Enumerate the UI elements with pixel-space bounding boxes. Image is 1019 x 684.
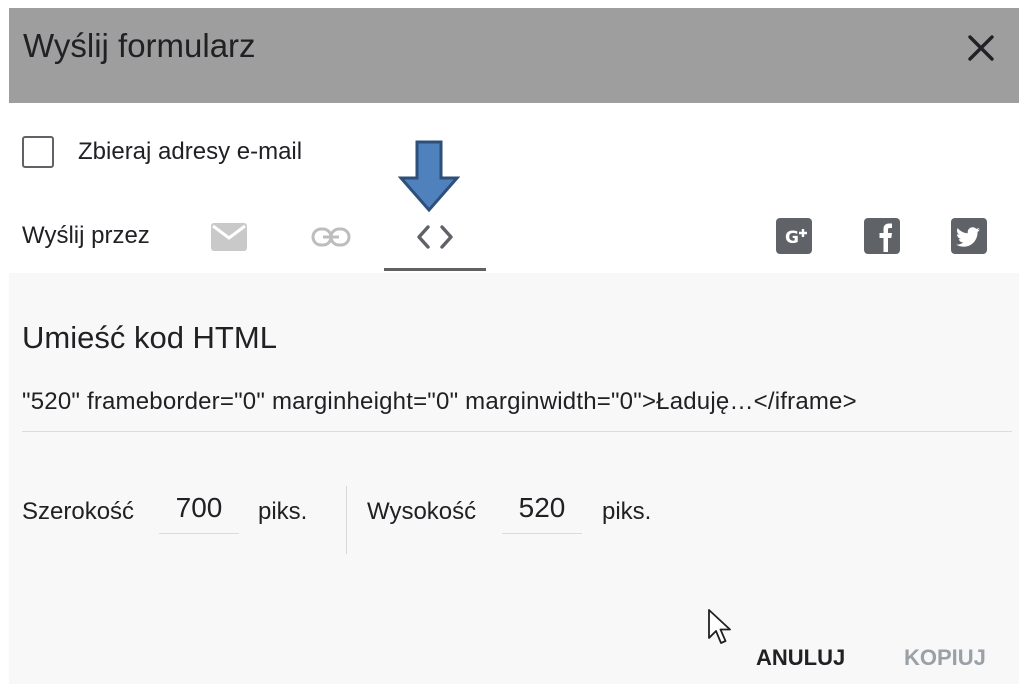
width-unit: piks.: [258, 498, 308, 525]
share-facebook-button[interactable]: [864, 218, 900, 254]
collect-emails-label: Zbieraj adresy e-mail: [78, 138, 303, 165]
copy-button[interactable]: KOPIUJ: [904, 645, 986, 671]
google-plus-icon: G: [785, 228, 807, 248]
height-label: Wysokość: [367, 498, 477, 525]
share-twitter-button[interactable]: [951, 218, 987, 254]
height-input[interactable]: 520: [502, 492, 582, 534]
email-icon: [211, 223, 247, 251]
annotation-arrow-icon: [398, 140, 460, 213]
width-input[interactable]: 700: [159, 492, 239, 534]
facebook-icon: [879, 223, 892, 252]
active-tab-indicator: [384, 268, 486, 271]
dialog-title: Wyślij formularz: [23, 27, 256, 64]
link-icon: [311, 227, 351, 247]
dimension-divider: [346, 486, 347, 554]
height-unit: piks.: [602, 498, 652, 525]
cancel-button[interactable]: ANULUJ: [756, 645, 845, 671]
share-google-plus-button[interactable]: G: [776, 218, 812, 254]
top-strip: [0, 0, 1019, 8]
svg-text:G: G: [785, 228, 799, 248]
tab-link[interactable]: [302, 205, 360, 269]
twitter-icon: [956, 227, 980, 247]
send-via-label: Wyślij przez: [22, 222, 150, 249]
dialog-header: Wyślij formularz: [9, 8, 1019, 103]
width-label: Szerokość: [22, 498, 135, 525]
close-icon: [968, 35, 994, 61]
collect-emails-checkbox[interactable]: [22, 136, 54, 168]
embed-code-field[interactable]: "520" frameborder="0" marginheight="0" m…: [22, 388, 1012, 432]
tab-email[interactable]: [200, 205, 258, 269]
embed-code-icon: [417, 225, 453, 249]
embed-title: Umieść kod HTML: [22, 320, 277, 355]
tab-embed[interactable]: [384, 205, 486, 269]
close-button[interactable]: [961, 28, 1001, 68]
mouse-pointer-icon: [708, 609, 731, 644]
